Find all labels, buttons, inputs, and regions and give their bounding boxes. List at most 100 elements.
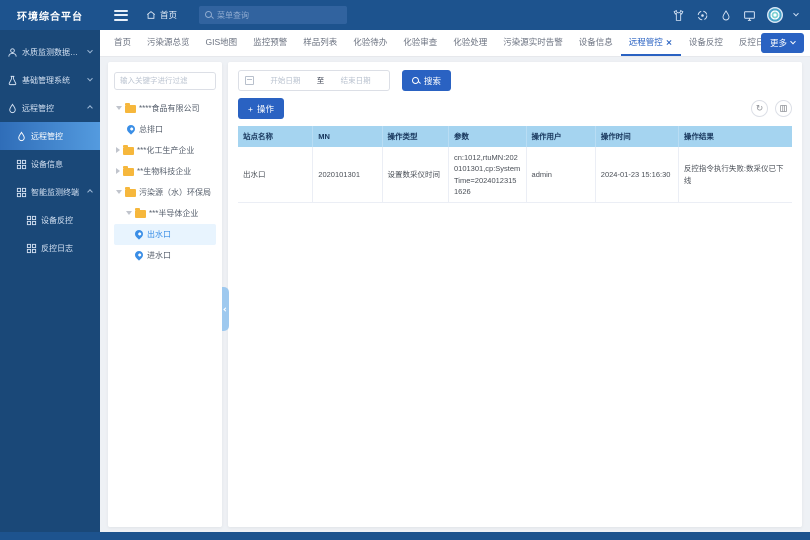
station-tree: ****食品有限公司 总排口 ***化工生产企业 **生物科技企业	[114, 98, 216, 266]
menu-search-input[interactable]	[217, 11, 341, 20]
tree-node-food-company[interactable]: ****食品有限公司	[114, 98, 216, 119]
water-drop-icon[interactable]	[720, 9, 732, 22]
tab-lab-process[interactable]: 化验处理	[445, 30, 495, 56]
sidebar-item-water-analysis[interactable]: 水质监测数据综合分析	[0, 38, 100, 66]
sidebar-item-device-info[interactable]: 设备信息	[0, 150, 100, 178]
tab-gis-map[interactable]: GIS地图	[198, 30, 246, 56]
theme-shirt-icon[interactable]	[672, 9, 685, 22]
tree-collapse-handle[interactable]	[222, 287, 229, 331]
table-header-row: 站点名称 MN 操作类型 参数 操作用户 操作时间 操作结果	[238, 126, 792, 147]
tree-node-outlet[interactable]: 出水口	[114, 224, 216, 245]
cell-op-result: 反控指令执行失败:数采仪已下线	[678, 147, 792, 203]
chevron-down-icon[interactable]	[793, 11, 799, 17]
grid-icon	[26, 215, 37, 226]
tab-lab-review[interactable]: 化验审查	[395, 30, 445, 56]
folder-icon	[125, 189, 136, 197]
folder-icon	[123, 147, 134, 155]
col-op-type: 操作类型	[382, 126, 448, 147]
date-range-picker[interactable]: 开始日期 至 结束日期	[238, 70, 390, 91]
more-tabs-button[interactable]: 更多	[761, 33, 804, 53]
tree-node-biotech-company[interactable]: **生物科技企业	[114, 161, 216, 182]
end-date-placeholder[interactable]: 结束日期	[328, 75, 383, 86]
caret-right-icon[interactable]	[116, 168, 120, 174]
cell-op-time: 2024-01-23 15:16:30	[595, 147, 678, 203]
segmented-circle-icon[interactable]	[696, 9, 709, 22]
user-avatar[interactable]	[767, 7, 783, 23]
tree-filter-input[interactable]	[114, 72, 216, 90]
tree-node-inlet[interactable]: 进水口	[114, 245, 216, 266]
tab-monitor-alert[interactable]: 监控预警	[245, 30, 295, 56]
caret-down-icon[interactable]	[116, 106, 122, 110]
tree-node-chemical-company[interactable]: ***化工生产企业	[114, 140, 216, 161]
tab-lab-todo[interactable]: 化验待办	[345, 30, 395, 56]
map-pin-icon	[125, 123, 136, 134]
chevron-down-icon	[790, 39, 796, 45]
calendar-icon	[245, 76, 254, 85]
operation-log-table: 站点名称 MN 操作类型 参数 操作用户 操作时间 操作结果 出水口 20201…	[238, 126, 792, 203]
water-drop-icon	[16, 131, 27, 142]
folder-icon	[125, 105, 136, 113]
fullscreen-monitor-icon[interactable]	[743, 9, 756, 22]
bottom-bar	[0, 532, 810, 540]
tab-remote-control[interactable]: 远程管控	[621, 30, 681, 56]
remote-control-panel: 开始日期 至 结束日期 搜索 + 操作 ↻	[228, 62, 802, 527]
tree-node-semiconductor-company[interactable]: ***半导体企业	[114, 203, 216, 224]
breadcrumb[interactable]: 首页	[146, 9, 177, 21]
tab-device-info[interactable]: 设备信息	[571, 30, 621, 56]
sidebar-item-reverse-control-log[interactable]: 反控日志	[0, 234, 100, 262]
hamburger-menu-icon[interactable]	[114, 10, 128, 21]
chevron-up-icon	[87, 189, 93, 195]
tab-pollution-overview[interactable]: 污染源总览	[139, 30, 198, 56]
app-window: 环境综合平台 首页 水质监测数据综合分析 基础管理系统	[0, 0, 810, 540]
chevron-down-icon	[87, 76, 93, 82]
breadcrumb-label: 首页	[160, 9, 177, 21]
folder-icon	[135, 210, 146, 218]
tab-home[interactable]: 首页	[106, 30, 139, 56]
search-icon	[412, 77, 420, 85]
sidebar-nav: 水质监测数据综合分析 基础管理系统 远程管控 远程管控 设备信息 智能监测终端	[0, 30, 100, 540]
sidebar-item-base-management[interactable]: 基础管理系统	[0, 66, 100, 94]
search-toolbar: 开始日期 至 结束日期 搜索	[238, 70, 792, 91]
action-toolbar: + 操作 ↻	[238, 98, 792, 119]
sidebar-item-remote-control-group[interactable]: 远程管控	[0, 94, 100, 122]
tree-node-epa-bureau[interactable]: 污染源（水）环保局	[114, 182, 216, 203]
caret-down-icon[interactable]	[126, 211, 132, 215]
user-analysis-icon	[7, 47, 18, 58]
search-button[interactable]: 搜索	[402, 70, 451, 91]
chevron-up-icon	[87, 105, 93, 111]
col-op-result: 操作结果	[678, 126, 792, 147]
operate-button[interactable]: + 操作	[238, 98, 284, 119]
tab-sample-list[interactable]: 样品列表	[295, 30, 345, 56]
cell-mn: 2020101301	[313, 147, 382, 203]
caret-down-icon[interactable]	[116, 190, 122, 194]
cell-op-type: 设置数采仪时间	[382, 147, 448, 203]
plus-icon: +	[248, 104, 253, 114]
sidebar-item-remote-control[interactable]: 远程管控	[0, 122, 100, 150]
col-op-user: 操作用户	[526, 126, 595, 147]
cell-site-name: 出水口	[238, 147, 313, 203]
tab-device-reverse-control[interactable]: 设备反控	[681, 30, 731, 56]
col-mn: MN	[313, 126, 382, 147]
table-row[interactable]: 出水口 2020101301 设置数采仪时间 cn:1012,rtuMN:202…	[238, 147, 792, 203]
start-date-placeholder[interactable]: 开始日期	[258, 75, 313, 86]
column-settings-button[interactable]	[775, 100, 792, 117]
chevron-left-icon	[223, 307, 227, 311]
search-icon	[205, 11, 213, 19]
refresh-button[interactable]: ↻	[751, 100, 768, 117]
sidebar-item-smart-terminal-group[interactable]: 智能监测终端	[0, 178, 100, 206]
sidebar-item-device-reverse-control[interactable]: 设备反控	[0, 206, 100, 234]
columns-icon	[779, 104, 788, 113]
col-op-time: 操作时间	[595, 126, 678, 147]
chevron-down-icon	[87, 48, 93, 54]
menu-search[interactable]	[199, 6, 347, 24]
grid-icon	[26, 243, 37, 254]
caret-right-icon[interactable]	[116, 147, 120, 153]
map-pin-icon	[133, 249, 144, 260]
close-tab-icon[interactable]	[666, 39, 673, 46]
date-range-separator: 至	[317, 75, 325, 86]
top-header: 环境综合平台 首页	[0, 0, 810, 30]
tree-node-main-outlet[interactable]: 总排口	[114, 119, 216, 140]
cell-op-user: admin	[526, 147, 595, 203]
map-pin-icon	[133, 228, 144, 239]
tab-realtime-alarm[interactable]: 污染源实时告警	[495, 30, 571, 56]
